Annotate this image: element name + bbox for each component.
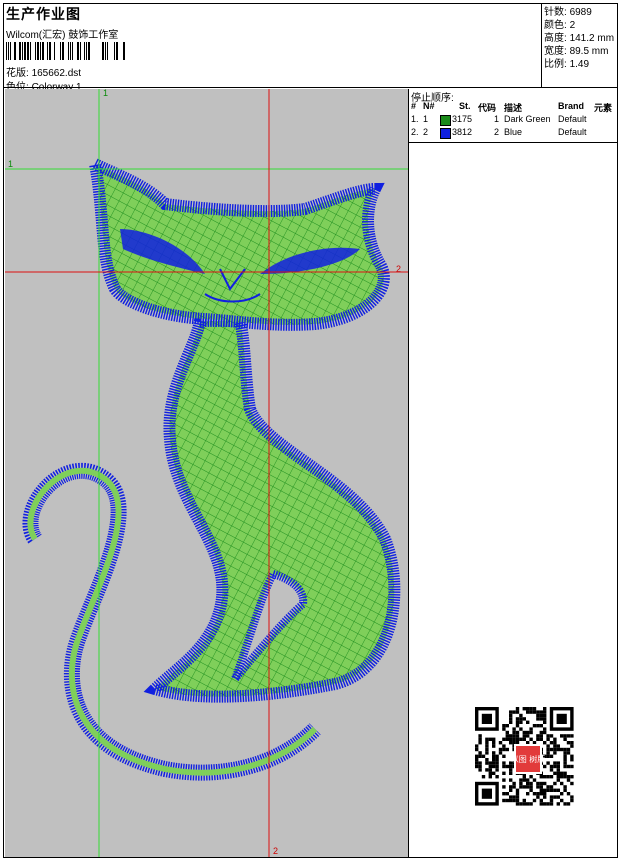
row-n: 1 xyxy=(423,114,429,124)
stat-colors-value: 2 xyxy=(569,20,576,31)
stat-colors: 颜色: 2 xyxy=(544,19,614,32)
stat-width-label: 宽度: xyxy=(544,46,567,57)
pattern-line: 花版: 165662.dst xyxy=(6,64,81,79)
header-divider-vertical xyxy=(541,3,542,88)
row-desc: Dark Green xyxy=(504,114,551,124)
stat-scale-label: 比例: xyxy=(544,59,567,70)
stat-height: 高度: 141.2 mm xyxy=(544,32,614,45)
stat-stitches: 针数: 6989 xyxy=(544,6,614,19)
design-canvas[interactable]: 1 1 2 2 xyxy=(5,89,409,857)
row-brand: Default xyxy=(558,114,587,124)
stat-height-value: 141.2 mm xyxy=(569,33,615,44)
row-brand: Default xyxy=(558,127,587,137)
panel-divider xyxy=(409,142,618,143)
stat-height-label: 高度: xyxy=(544,33,567,44)
col-st: St. xyxy=(459,101,471,111)
cat-design xyxy=(22,153,401,781)
col-code: 代码 xyxy=(478,103,497,113)
row-st: 3175 xyxy=(452,114,473,124)
col-elements: 元素 xyxy=(594,103,613,113)
guide-green-v-label: 1 xyxy=(103,89,109,98)
stats-panel: 针数: 6989 颜色: 2 高度: 141.2 mm 宽度: 89.5 mm … xyxy=(544,6,614,71)
company-name: Wilcom(汇宏) 鼓饰工作室 xyxy=(6,30,119,41)
stat-stitches-value: 6989 xyxy=(569,7,592,18)
row-num: 1. xyxy=(411,114,419,124)
col-brand: Brand xyxy=(558,101,585,111)
guide-red-h-label: 2 xyxy=(396,264,402,274)
stat-colors-label: 颜色: xyxy=(544,20,567,31)
stop-sequence-table: # N# St. 代码 描述 Brand 元素 1. 1 3175 1 Dark… xyxy=(409,101,618,140)
col-hash: # xyxy=(411,101,417,111)
page-title: 生产作业图 xyxy=(6,6,81,22)
color-swatch xyxy=(440,115,451,126)
row-desc: Blue xyxy=(504,127,523,137)
col-desc: 描述 xyxy=(504,103,523,113)
stat-scale-value: 1.49 xyxy=(569,59,590,70)
table-header: # N# St. 代码 描述 Brand 元素 xyxy=(409,101,618,114)
table-row[interactable]: 2. 2 3812 2 Blue Default xyxy=(409,127,618,140)
stat-stitches-label: 针数: xyxy=(544,7,567,18)
col-n: N# xyxy=(423,101,435,111)
row-st: 3812 xyxy=(452,127,473,137)
row-num: 2. xyxy=(411,127,419,137)
qr-code[interactable]: 以图 树版 xyxy=(470,704,586,814)
stat-width: 宽度: 89.5 mm xyxy=(544,45,614,58)
embroidery-preview xyxy=(5,89,408,857)
row-n: 2 xyxy=(423,127,429,137)
stamp-text: 以图 树版 xyxy=(511,754,546,764)
stat-scale: 比例: 1.49 xyxy=(544,58,614,71)
body-outline xyxy=(143,315,401,703)
header-info: 生产作业图 Wilcom(汇宏) 鼓饰工作室 花版: 165662.dst 色位… xyxy=(6,4,536,93)
guide-red-v-label: 2 xyxy=(273,846,279,856)
color-swatch xyxy=(440,128,451,139)
row-code: 2 xyxy=(494,127,500,137)
table-row[interactable]: 1. 1 3175 1 Dark Green Default xyxy=(409,114,618,127)
stat-width-value: 89.5 mm xyxy=(569,46,609,57)
guide-green-h-label: 1 xyxy=(8,159,14,169)
row-code: 1 xyxy=(494,114,500,124)
barcode xyxy=(6,42,125,60)
